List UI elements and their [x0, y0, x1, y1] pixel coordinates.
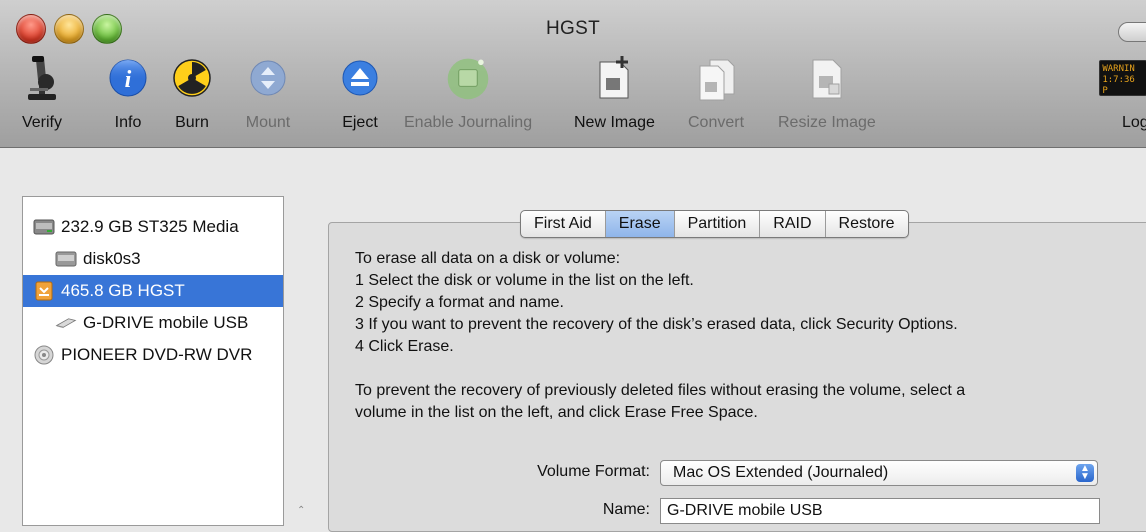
tab-partition[interactable]: Partition [675, 211, 761, 237]
info-label: Info [114, 114, 142, 131]
new-image-icon [590, 52, 638, 104]
popup-arrows-icon: ▲ ▼ [1076, 464, 1094, 482]
optical-drive-icon [33, 345, 55, 365]
volume-format-select[interactable]: Mac OS Extended (Journaled) ▲ ▼ [660, 460, 1098, 486]
disk-item-pioneer[interactable]: PIONEER DVD-RW DVR [23, 339, 283, 371]
convert-label: Convert [688, 114, 745, 131]
resize-image-icon [803, 52, 851, 104]
instructions-step: 3 If you want to prevent the recovery of… [355, 316, 958, 333]
instructions-step: 4 Click Erase. [355, 338, 454, 355]
erase-instructions: To erase all data on a disk or volume: 1… [355, 248, 1135, 424]
instructions-step: 1 Select the disk or volume in the list … [355, 272, 694, 289]
tab-first-aid[interactable]: First Aid [521, 211, 606, 237]
window-titlebar: HGST Verify i Info Burn Mount Eject Enab… [0, 0, 1146, 148]
resize-image-label: Resize Image [778, 114, 876, 131]
usb-volume-icon [55, 313, 77, 333]
log-badge-line: 1:7:36 P [1102, 75, 1135, 96]
log-label: Log [1122, 114, 1146, 131]
info-button[interactable]: i Info [104, 48, 152, 148]
verify-label: Verify [21, 114, 62, 131]
new-image-button[interactable]: New Image [574, 48, 655, 148]
name-label: Name: [602, 501, 650, 518]
instructions-step: 2 Specify a format and name. [355, 294, 564, 311]
log-badge-line: WARNIN [1102, 64, 1135, 74]
enable-journaling-button[interactable]: Enable Journaling [404, 48, 532, 148]
journaling-icon [444, 52, 492, 104]
tab-restore[interactable]: Restore [826, 211, 908, 237]
burn-button[interactable]: Burn [168, 48, 216, 148]
tab-raid[interactable]: RAID [760, 211, 826, 237]
toolbar-toggle-button[interactable] [1118, 22, 1146, 42]
log-icon: WARNIN 1:7:36 P [1099, 52, 1146, 104]
verify-button[interactable]: Verify [18, 48, 66, 148]
eject-button[interactable]: Eject [336, 48, 384, 148]
disk-item-st325[interactable]: 232.9 GB ST325 Media [23, 211, 283, 243]
volume-item-disk0s3[interactable]: disk0s3 [23, 243, 283, 275]
radiation-icon [168, 52, 216, 104]
name-field-value: G-DRIVE mobile USB [667, 502, 823, 519]
mount-button[interactable]: Mount [244, 48, 292, 148]
tab-erase[interactable]: Erase [605, 211, 675, 237]
name-field[interactable]: G-DRIVE mobile USB [660, 498, 1100, 524]
new-image-label: New Image [574, 114, 655, 131]
internal-disk-icon [33, 217, 55, 237]
disk-item-label: 232.9 GB ST325 Media [61, 217, 239, 236]
resize-image-button[interactable]: Resize Image [778, 48, 876, 148]
convert-icon [692, 52, 740, 104]
svg-text:i: i [125, 67, 132, 93]
volume-item-label: disk0s3 [83, 249, 141, 268]
convert-button[interactable]: Convert [688, 48, 744, 148]
volume-item-label: G-DRIVE mobile USB [83, 313, 249, 332]
mount-icon [244, 52, 292, 104]
external-disk-icon [33, 281, 55, 301]
eject-icon [336, 52, 384, 104]
volume-item-g-drive[interactable]: G-DRIVE mobile USB [23, 307, 283, 339]
window-title: HGST [546, 18, 600, 39]
instructions-intro: To erase all data on a disk or volume: [355, 250, 621, 267]
free-space-note: volume in the list on the left, and clic… [355, 404, 758, 421]
volume-format-label: Volume Format: [537, 463, 650, 480]
volume-icon [55, 249, 77, 269]
info-icon: i [104, 52, 152, 104]
disk-item-label: 465.8 GB HGST [61, 281, 185, 300]
eject-label: Eject [342, 114, 378, 131]
microscope-icon [18, 52, 66, 104]
mount-label: Mount [245, 114, 291, 131]
log-button[interactable]: WARNIN 1:7:36 P Log [1098, 48, 1146, 148]
tab-bar: First Aid Erase Partition RAID Restore [520, 210, 909, 238]
toolbar: Verify i Info Burn Mount Eject Enable Jo… [0, 48, 1146, 148]
burn-label: Burn [175, 114, 209, 131]
disk-item-hgst[interactable]: 465.8 GB HGST [23, 275, 283, 307]
sidebar-resize-handle[interactable]: ⌃ [297, 505, 305, 516]
disk-item-label: PIONEER DVD-RW DVR [61, 345, 253, 364]
enable-journaling-label: Enable Journaling [404, 114, 533, 131]
volume-format-value: Mac OS Extended (Journaled) [673, 464, 889, 481]
disk-list[interactable]: 232.9 GB ST325 Media disk0s3 465.8 GB HG… [22, 196, 284, 526]
free-space-note: To prevent the recovery of previously de… [355, 382, 966, 399]
